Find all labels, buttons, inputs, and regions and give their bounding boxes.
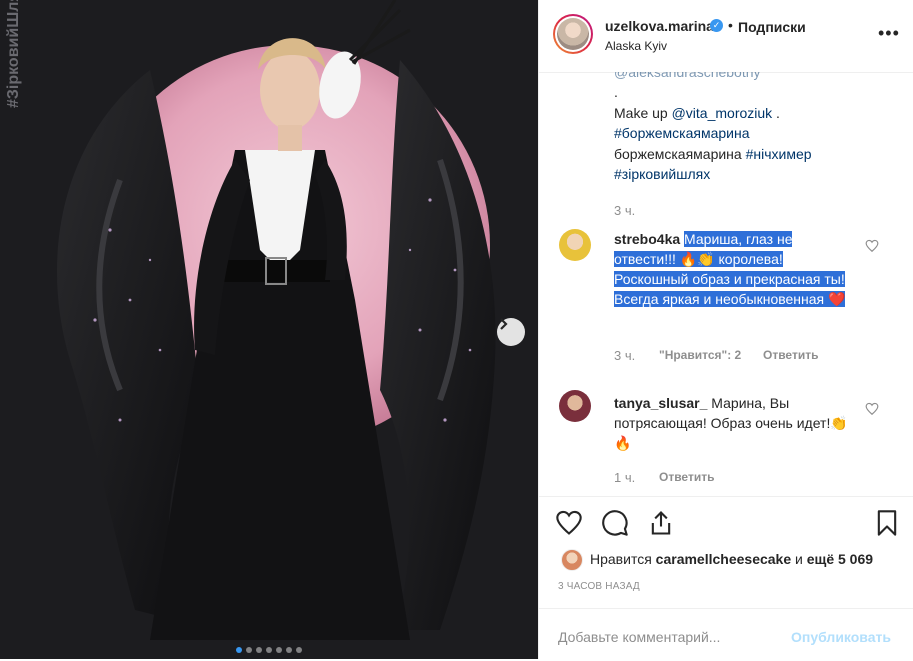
caption-time[interactable]: 3 ч.	[614, 203, 635, 218]
wall-text: #ЗірковийШлях	[5, 0, 22, 108]
reply-button[interactable]: Ответить	[763, 348, 818, 362]
liker-username[interactable]: caramellcheesecake	[656, 551, 791, 567]
commenter-avatar[interactable]	[559, 229, 591, 261]
comment-body: strebo4ka Мариша, глаз не отвести!!! 🔥👏 …	[614, 229, 854, 309]
post-header: uzelkova.marina ✓ • Подписки Alaska Kyiv…	[539, 0, 913, 73]
post-photo[interactable]: #ЗірковийШлях	[0, 0, 538, 659]
likes-summary[interactable]: Нравится caramellcheesecake и ещё 5 069	[590, 551, 873, 567]
post-timestamp[interactable]: 3 ЧАСОВ НАЗАД	[558, 581, 640, 592]
likes-mid: и	[795, 551, 803, 567]
carousel-dot	[236, 647, 242, 653]
separator-bullet: •	[728, 17, 733, 33]
commenter-avatar[interactable]	[559, 390, 591, 422]
carousel-dot	[266, 647, 272, 653]
caption-line: Make up @vita_moroziuk .	[614, 103, 780, 123]
comment-likes[interactable]: "Нравится": 2	[659, 348, 741, 362]
post-location[interactable]: Alaska Kyiv	[605, 39, 667, 53]
caption-line[interactable]: @aleksandraschebotny	[614, 72, 761, 82]
following-button[interactable]: Подписки	[738, 19, 806, 35]
carousel-dot	[246, 647, 252, 653]
liker-avatar[interactable]	[561, 549, 583, 571]
hashtag-link[interactable]: #боржемскаямарина	[614, 123, 750, 143]
share-icon[interactable]	[647, 509, 675, 537]
bookmark-icon[interactable]	[873, 509, 901, 537]
caption-text: боржемскаямарина	[614, 146, 746, 162]
carousel-dot	[276, 647, 282, 653]
comment-time[interactable]: 1 ч.	[614, 470, 635, 485]
verified-badge-icon: ✓	[710, 19, 723, 32]
likes-prefix: Нравится	[590, 551, 652, 567]
next-photo-button[interactable]	[497, 318, 525, 346]
caption-line: боржемскаямарина #нічхимер	[614, 144, 812, 164]
post-sidebar: uzelkova.marina ✓ • Подписки Alaska Kyiv…	[538, 0, 913, 659]
reply-button[interactable]: Ответить	[659, 470, 714, 484]
publish-button[interactable]: Опубликовать	[791, 629, 891, 645]
caption-text: .	[772, 105, 780, 121]
hashtag-link[interactable]: #зірковийшлях	[614, 164, 710, 184]
caption-text: Make up	[614, 105, 672, 121]
comment-username[interactable]: strebo4ka	[614, 231, 680, 247]
carousel-dot	[256, 647, 262, 653]
carousel-dot	[286, 647, 292, 653]
post-actions: Нравится caramellcheesecake и ещё 5 069 …	[539, 496, 913, 660]
comment-time[interactable]: 3 ч.	[614, 348, 635, 363]
more-options-icon[interactable]: •••	[878, 23, 900, 44]
add-comment-bar: Добавьте комментарий... Опубликовать	[539, 608, 913, 661]
caption-line: .	[614, 84, 618, 100]
mention-link[interactable]: @vita_moroziuk	[672, 105, 773, 121]
like-comment-icon[interactable]	[865, 239, 879, 253]
comment-input[interactable]: Добавьте комментарий...	[558, 629, 720, 645]
comments-section[interactable]: @aleksandraschebotny . Make up @vita_mor…	[539, 72, 913, 496]
author-avatar[interactable]	[553, 14, 593, 54]
carousel-dot	[296, 647, 302, 653]
comment-body: tanya_slusar_ Марина, Вы потрясающая! Об…	[614, 393, 854, 453]
like-comment-icon[interactable]	[865, 402, 879, 416]
author-username[interactable]: uzelkova.marina	[605, 18, 714, 34]
chevron-right-icon	[500, 318, 508, 330]
hashtag-link[interactable]: #нічхимер	[746, 146, 812, 162]
like-heart-icon[interactable]	[555, 509, 583, 537]
likes-count[interactable]: ещё 5 069	[807, 551, 873, 567]
comment-bubble-icon[interactable]	[601, 509, 629, 537]
photo-illustration: #ЗірковийШлях	[0, 0, 538, 659]
carousel-dots	[0, 647, 538, 653]
comment-username[interactable]: tanya_slusar_	[614, 395, 707, 411]
